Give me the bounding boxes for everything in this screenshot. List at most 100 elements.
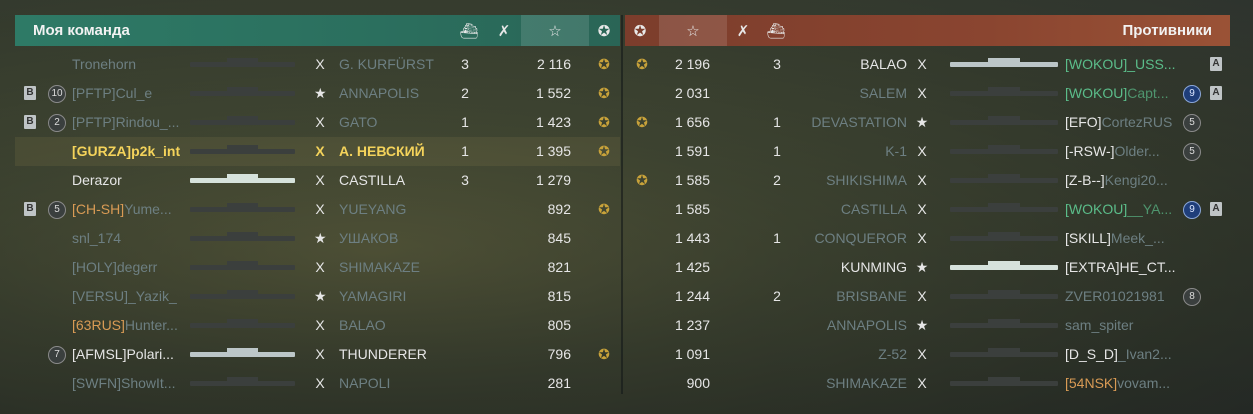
player-name[interactable]: [AFMSL]Polari...	[72, 340, 187, 369]
xp-sort-star-icon[interactable]: ☆	[521, 15, 589, 46]
kills-value: 2	[773, 172, 781, 188]
player-name[interactable]: [WOKOU]__YA...	[1065, 195, 1177, 224]
player-row[interactable]: 1 591 1 K-1 X [-RSW-]Older... 5	[625, 137, 1230, 166]
xp-value: 1 656	[674, 114, 710, 130]
player-name[interactable]: [-RSW-]Older...	[1065, 137, 1177, 166]
player-row[interactable]: [SWFN]ShowIt... X NAPOLI 281	[15, 369, 620, 398]
player-name[interactable]: [WOKOU]_USS...	[1065, 50, 1177, 79]
enemy-team-panel: ✪ ☆ ✗ ⛴ Противники ✪ 2 196 3 BALAO X [WOKOU]_…	[625, 15, 1230, 394]
medal-header-icon[interactable]: ✪	[591, 15, 617, 46]
player-row[interactable]: 900 SHIMAKAZE X [54NSK]vovam...	[625, 369, 1230, 398]
my-team-title: Моя команда	[33, 22, 130, 39]
player-name[interactable]: sam_spiter	[1065, 311, 1177, 340]
ship-silhouette	[950, 58, 1058, 67]
division-tag-icon: B	[24, 202, 36, 216]
kills-value: 3	[461, 172, 469, 188]
player-name[interactable]: snl_174	[72, 224, 187, 253]
player-name[interactable]: [WOKOU]Capt...	[1065, 79, 1177, 108]
ship-name: YAMAGIRI	[339, 288, 407, 304]
division-tag-icon: A	[1210, 86, 1222, 100]
tier-x-label: X	[315, 56, 325, 72]
kills-icon[interactable]: ✗	[729, 15, 757, 46]
ship-name: ANNAPOLIS	[826, 317, 907, 333]
player-row[interactable]: [63RUS]Hunter... X BALAO 805	[15, 311, 620, 340]
player-name[interactable]: [VERSU]_Yazik_	[72, 282, 187, 311]
player-row[interactable]: snl_174 ★ УШАКОВ 845	[15, 224, 620, 253]
player-row[interactable]: Tronehorn X G. KURFÜRST 3 2 116 ✪	[15, 50, 620, 79]
planes-shot-icon[interactable]: ⛴	[762, 15, 790, 46]
medal-header-icon[interactable]: ✪	[627, 15, 653, 46]
tier-x-label: X	[917, 143, 927, 159]
player-nick: ShowIt...	[121, 375, 176, 391]
player-name[interactable]: [EXTRA]HE_CT...	[1065, 253, 1177, 282]
player-name[interactable]: [CH-SH]Yume...	[72, 195, 187, 224]
player-row[interactable]: ✪ 2 196 3 BALAO X [WOKOU]_USS... A	[625, 50, 1230, 79]
premium-star-icon: ★	[915, 114, 929, 130]
ship-silhouette	[190, 232, 295, 241]
ship-name: CASTILLA	[840, 201, 907, 217]
ship-name: NAPOLI	[339, 375, 391, 391]
kills-value	[771, 79, 783, 108]
ship-name: УШАКОВ	[339, 230, 399, 246]
player-nick: CortezRUS	[1101, 114, 1173, 130]
player-name[interactable]: [63RUS]Hunter...	[72, 311, 187, 340]
player-row[interactable]: 1 091 Z-52 X [D_S_D]_Ivan2...	[625, 340, 1230, 369]
player-row[interactable]: 1 585 CASTILLA X [WOKOU]__YA... 9 A	[625, 195, 1230, 224]
player-name[interactable]: [Z-B--]Kengi20...	[1065, 166, 1177, 195]
player-row[interactable]: B 5 [CH-SH]Yume... X YUEYANG 892 ✪	[15, 195, 620, 224]
kills-icon[interactable]: ✗	[490, 15, 518, 46]
ship-silhouette	[950, 261, 1058, 270]
player-name[interactable]: [HOLY]degerr	[72, 253, 187, 282]
xp-sort-star-icon[interactable]: ☆	[659, 15, 727, 46]
player-row[interactable]: Derazor X CASTILLA 3 1 279	[15, 166, 620, 195]
ship-silhouette	[190, 377, 295, 386]
clan-tag: [D_S_D]	[1065, 346, 1118, 362]
player-row[interactable]: ✪ 1 585 2 SHIKISHIMA X [Z-B--]Kengi20...	[625, 166, 1230, 195]
player-row[interactable]: 1 425 KUNMING ★ [EXTRA]HE_CT...	[625, 253, 1230, 282]
tier-x-label: X	[315, 375, 325, 391]
xp-value: 281	[547, 375, 571, 391]
tier-x-label: X	[917, 201, 927, 217]
player-row[interactable]: ✪ 1 656 1 DEVASTATION ★ [EFO]CortezRUS 5	[625, 108, 1230, 137]
player-name[interactable]: [GURZA]p2k_int	[72, 137, 187, 166]
player-row[interactable]: 1 237 ANNAPOLIS ★ sam_spiter	[625, 311, 1230, 340]
kills-value	[771, 311, 783, 340]
tier-x-label: X	[917, 85, 927, 101]
xp-value: 796	[547, 346, 571, 362]
player-row[interactable]: [GURZA]p2k_int X А. НЕВСКИЙ 1 1 395 ✪	[15, 137, 620, 166]
clan-tag: [SWFN]	[72, 375, 121, 391]
xp-value: 1 279	[535, 172, 571, 188]
ship-name: SHIMAKAZE	[339, 259, 420, 275]
ship-silhouette	[950, 116, 1058, 125]
ship-silhouette	[950, 232, 1058, 241]
player-nick: Kengi20...	[1104, 172, 1168, 188]
player-row[interactable]: 7 [AFMSL]Polari... X THUNDERER 796 ✪	[15, 340, 620, 369]
player-name[interactable]: [54NSK]vovam...	[1065, 369, 1177, 398]
xp-value: 1 585	[674, 172, 710, 188]
player-name[interactable]: Tronehorn	[72, 50, 187, 79]
tier-x-label: X	[315, 201, 325, 217]
player-name[interactable]: ZVER01021981	[1065, 282, 1177, 311]
player-row[interactable]: [VERSU]_Yazik_ ★ YAMAGIRI 815	[15, 282, 620, 311]
player-name[interactable]: Derazor	[72, 166, 187, 195]
player-row[interactable]: B 2 [PFTP]Rindou_... X GATO 1 1 423 ✪	[15, 108, 620, 137]
player-name[interactable]: [PFTP]Cul_e	[72, 79, 187, 108]
kills-value	[455, 311, 475, 340]
planes-shot-icon[interactable]: ⛴	[455, 15, 483, 46]
player-name[interactable]: [SKILL]Meek_...	[1065, 224, 1177, 253]
player-name[interactable]: [EFO]CortezRUS	[1065, 108, 1177, 137]
kills-value	[455, 224, 475, 253]
ship-name: SALEM	[859, 85, 907, 101]
rank-badge: 2	[48, 114, 66, 132]
rank-badge: 10	[48, 85, 66, 103]
player-row[interactable]: 1 244 2 BRISBANE X ZVER01021981 8	[625, 282, 1230, 311]
player-row[interactable]: B 10 [PFTP]Cul_e ★ ANNAPOLIS 2 1 552 ✪	[15, 79, 620, 108]
ship-name: K-1	[885, 143, 907, 159]
player-name[interactable]: [SWFN]ShowIt...	[72, 369, 187, 398]
player-name[interactable]: [PFTP]Rindou_...	[72, 108, 187, 137]
player-row[interactable]: [HOLY]degerr X SHIMAKAZE 821	[15, 253, 620, 282]
player-row[interactable]: 1 443 1 CONQUEROR X [SKILL]Meek_...	[625, 224, 1230, 253]
player-row[interactable]: 2 031 SALEM X [WOKOU]Capt... 9 A	[625, 79, 1230, 108]
my-team-panel: Моя команда ⛴ ✗ ☆ ✪ Tronehorn X G. KURFÜRS…	[15, 15, 620, 394]
player-name[interactable]: [D_S_D]_Ivan2...	[1065, 340, 1177, 369]
